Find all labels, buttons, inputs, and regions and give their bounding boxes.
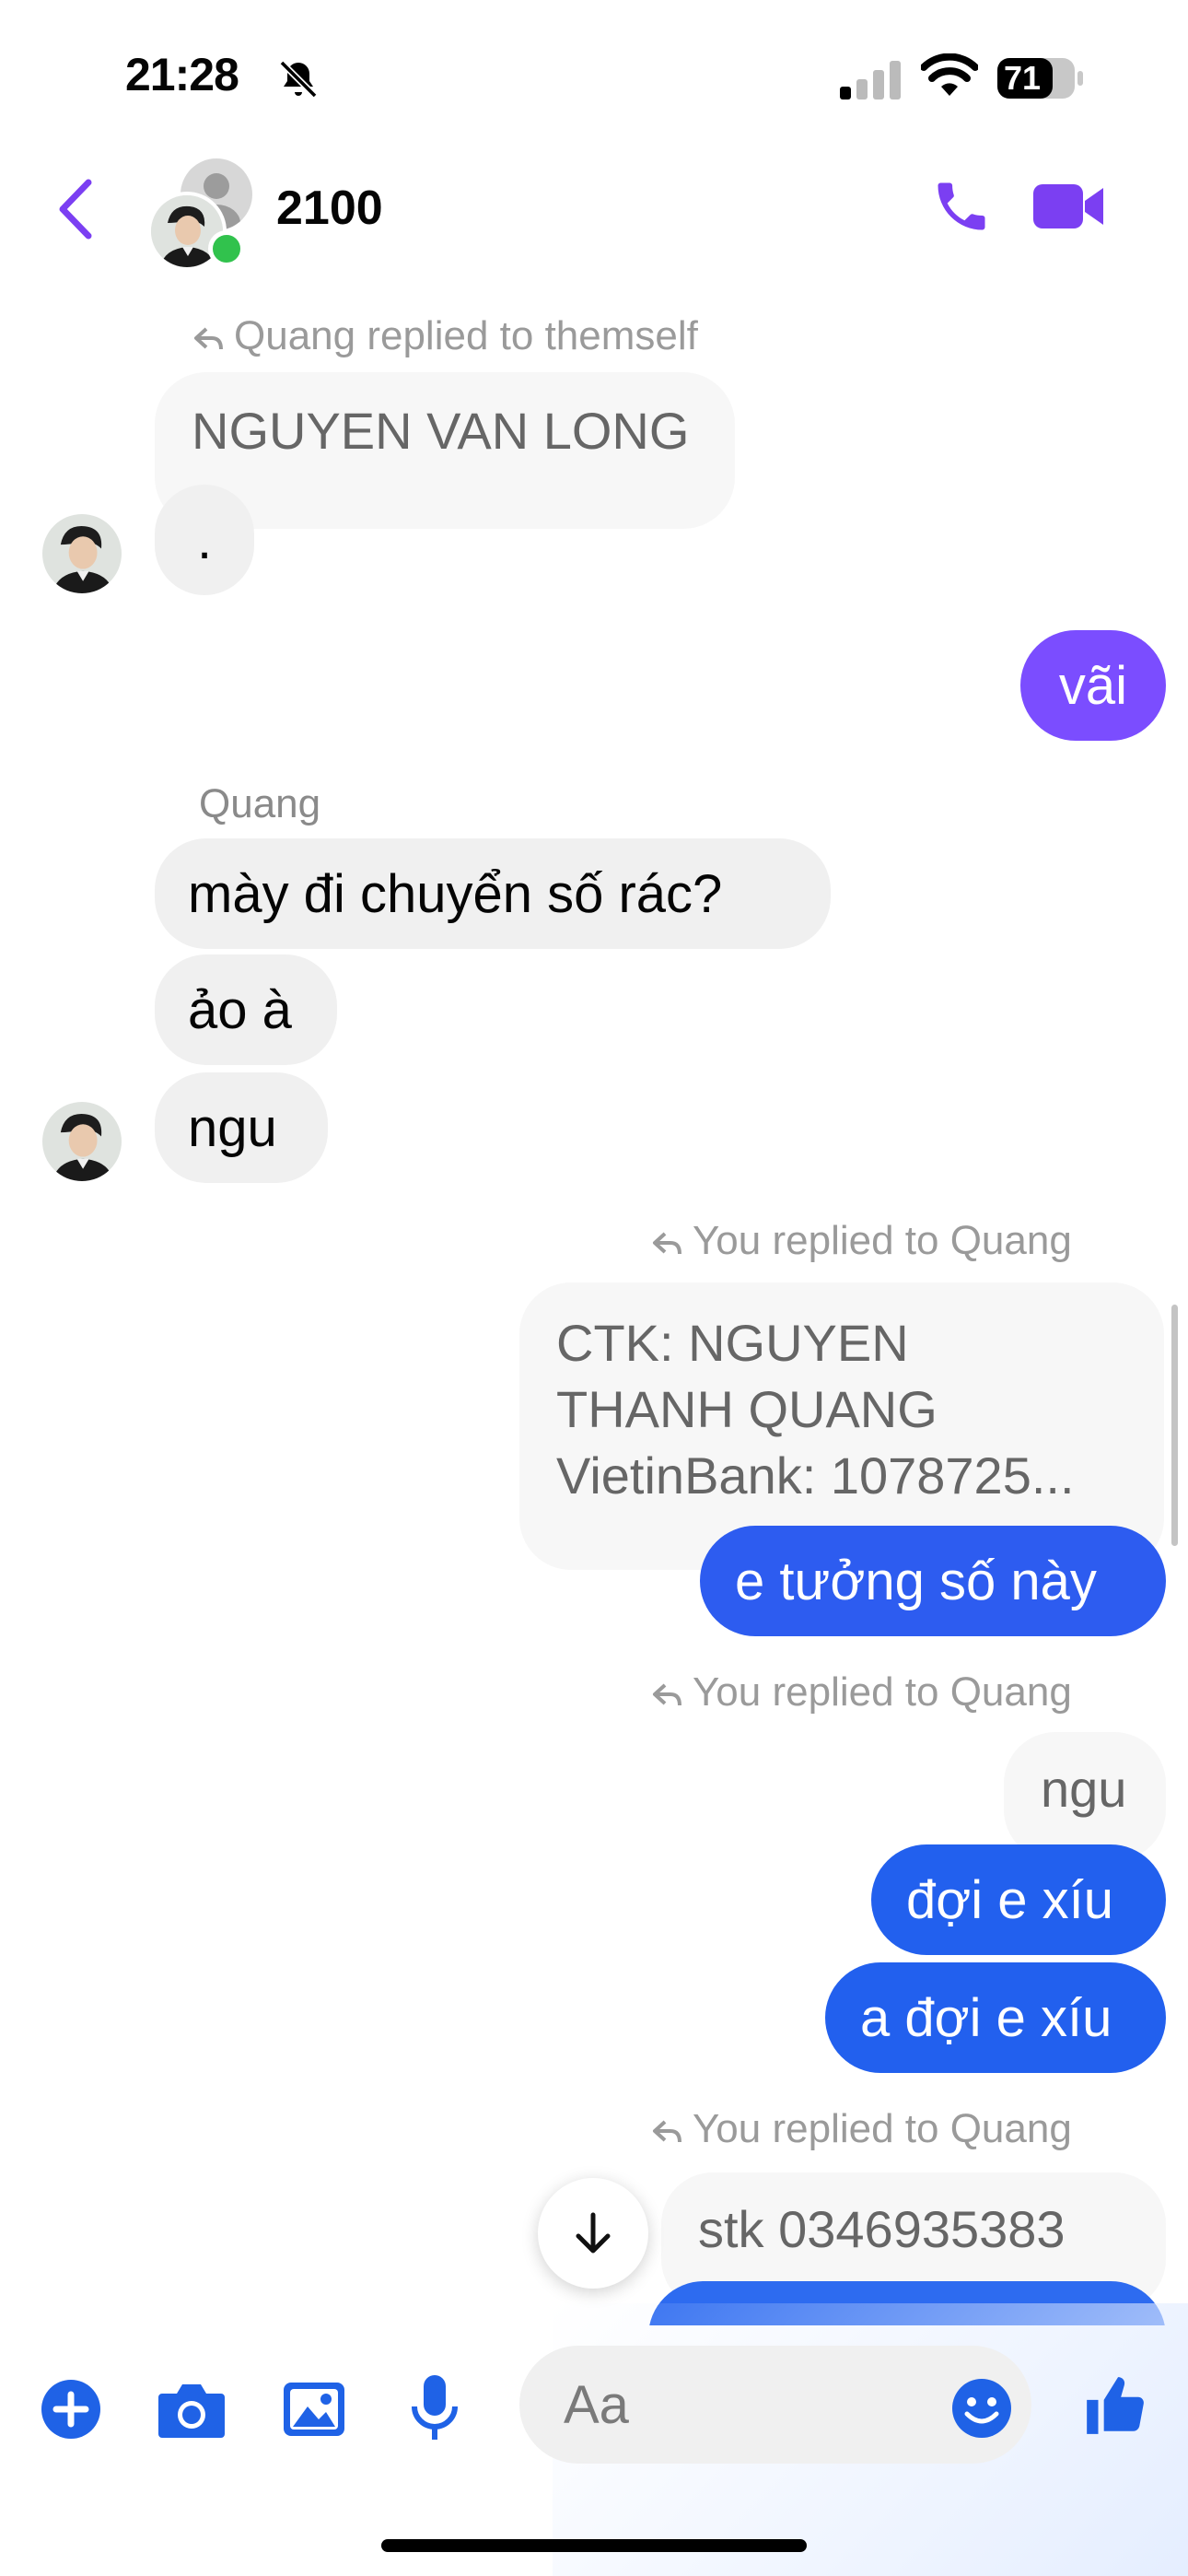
quoted-text-line: CTK: NGUYEN bbox=[556, 1314, 909, 1372]
emoji-icon bbox=[952, 2379, 1011, 2438]
message-bubble-sent[interactable]: a đợi e xíu bbox=[825, 1962, 1166, 2073]
reply-label-text: You replied to Quang bbox=[693, 1669, 1072, 1715]
reply-label: You replied to Quang bbox=[652, 1669, 1072, 1715]
group-avatar[interactable] bbox=[147, 158, 258, 271]
quoted-text: NGUYEN VAN LONG bbox=[192, 402, 690, 460]
video-icon bbox=[1033, 184, 1103, 228]
quoted-message[interactable]: ngu bbox=[1004, 1732, 1166, 1861]
quoted-text-line: VietinBank: 1078725... bbox=[556, 1446, 1075, 1505]
gallery-button[interactable] bbox=[282, 2379, 346, 2444]
battery-level: 71 bbox=[1004, 59, 1042, 97]
message-text: . bbox=[196, 509, 213, 570]
quoted-text: stk 0346935383 bbox=[698, 2200, 1066, 2258]
reply-label: You replied to Quang bbox=[652, 2106, 1072, 2152]
message-input-placeholder: Aa bbox=[564, 2374, 629, 2435]
sender-avatar[interactable] bbox=[42, 1102, 122, 1181]
reply-arrow-icon bbox=[653, 1683, 681, 1706]
message-bubble[interactable]: ngu bbox=[155, 1072, 328, 1183]
reply-label: You replied to Quang bbox=[652, 1218, 1072, 1264]
arrow-down-icon bbox=[576, 2212, 611, 2254]
message-text: đợi e xíu bbox=[906, 1869, 1114, 1930]
sender-name: Quang bbox=[199, 781, 321, 826]
reply-label-text: You replied to Quang bbox=[693, 1218, 1072, 1263]
signal-icon bbox=[840, 61, 903, 104]
bell-slash-icon bbox=[276, 57, 320, 106]
reply-arrow-icon bbox=[653, 1232, 681, 1255]
status-time: 21:28 bbox=[125, 49, 239, 100]
chat-title[interactable]: 2100 bbox=[276, 181, 383, 236]
emoji-button[interactable] bbox=[950, 2377, 1013, 2444]
message-text: vãi bbox=[1058, 655, 1128, 716]
battery-icon: 71 bbox=[996, 57, 1085, 104]
scrollbar[interactable] bbox=[1171, 1305, 1178, 1546]
reply-label-text: You replied to Quang bbox=[693, 2106, 1072, 2151]
video-call-button[interactable] bbox=[1031, 181, 1107, 237]
message-bubble[interactable]: mày đi chuyển số rác? bbox=[155, 838, 831, 949]
microphone-button[interactable] bbox=[409, 2373, 460, 2448]
online-indicator bbox=[208, 230, 245, 267]
wifi-icon bbox=[920, 53, 979, 102]
message-bubble-sent[interactable]: đợi e xíu bbox=[871, 1844, 1166, 1955]
like-button[interactable] bbox=[1081, 2371, 1149, 2444]
message-text: ảo à bbox=[188, 979, 292, 1040]
gallery-icon bbox=[284, 2383, 344, 2436]
audio-call-button[interactable] bbox=[930, 175, 993, 242]
camera-button[interactable] bbox=[157, 2379, 227, 2444]
sender-avatar[interactable] bbox=[42, 514, 122, 593]
scroll-to-bottom-button[interactable] bbox=[538, 2178, 648, 2289]
plus-icon bbox=[41, 2380, 100, 2439]
thumbs-up-icon bbox=[1087, 2377, 1144, 2434]
message-bubble[interactable]: ảo à bbox=[155, 954, 337, 1065]
quoted-text: ngu bbox=[1041, 1760, 1127, 1818]
phone-icon bbox=[938, 182, 985, 230]
message-text: a đợi e xíu bbox=[860, 1987, 1112, 2048]
plus-button[interactable] bbox=[41, 2379, 101, 2444]
reply-label-text: Quang replied to themself bbox=[234, 313, 698, 358]
camera-icon bbox=[158, 2384, 225, 2438]
reply-label: Quang replied to themself bbox=[193, 313, 698, 359]
message-text: mày đi chuyển số rác? bbox=[188, 863, 723, 924]
message-bubble-sent[interactable]: vãi bbox=[1020, 630, 1166, 741]
home-indicator bbox=[381, 2539, 807, 2552]
message-bubble-sent[interactable]: e tưởng số này bbox=[700, 1526, 1166, 1636]
reply-arrow-icon bbox=[653, 2120, 681, 2143]
reply-arrow-icon bbox=[194, 327, 223, 350]
message-bubble[interactable]: . bbox=[155, 485, 254, 595]
back-icon bbox=[59, 179, 92, 240]
message-text: ngu bbox=[188, 1097, 277, 1158]
microphone-icon bbox=[412, 2375, 458, 2440]
quoted-text-line: THANH QUANG bbox=[556, 1380, 938, 1438]
message-text: e tưởng số này bbox=[735, 1551, 1097, 1611]
back-button[interactable] bbox=[55, 177, 96, 246]
